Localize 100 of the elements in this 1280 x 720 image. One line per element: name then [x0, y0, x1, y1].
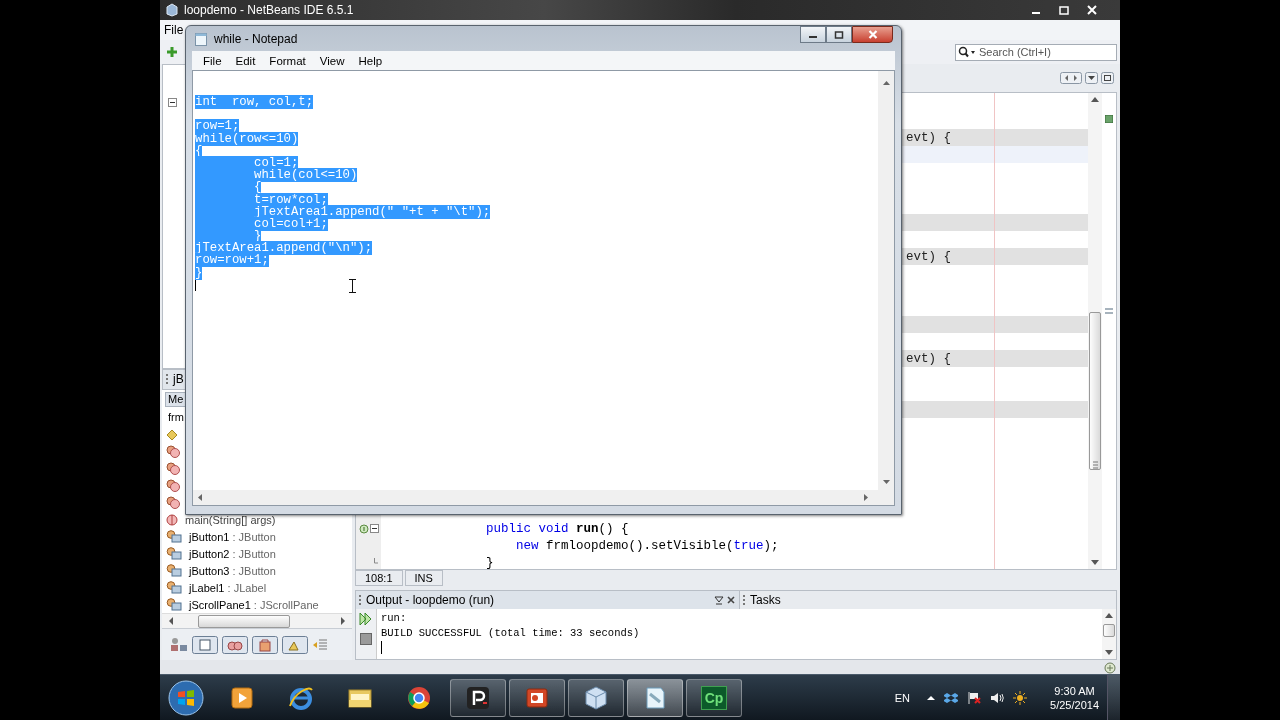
flag-icon[interactable]: [967, 690, 982, 705]
taskbar-button[interactable]: [568, 678, 624, 717]
code-fragment: evt) {: [906, 351, 951, 366]
search-icon: [958, 46, 976, 58]
right-arrow-icon: [864, 494, 868, 501]
fields-toggle-icon[interactable]: [222, 635, 248, 654]
filter-dropdown[interactable]: Me: [165, 391, 187, 407]
scroll-thumb[interactable]: [198, 614, 290, 628]
tree-item[interactable]: jButton3 : JButton: [189, 564, 276, 577]
bean-icon: [166, 479, 180, 493]
menu-item[interactable]: Format: [262, 54, 313, 67]
window-title: loopdemo - NetBeans IDE 6.5.1: [184, 3, 354, 17]
up-arrow-icon[interactable]: [927, 694, 936, 701]
component-icon: [166, 581, 182, 595]
component-icon: [166, 564, 182, 578]
menu-item[interactable]: Help: [351, 54, 390, 67]
grip-icon: [166, 373, 169, 386]
taskbar-button[interactable]: [627, 678, 683, 717]
minimize-button[interactable]: [800, 26, 826, 43]
tree-item[interactable]: jButton1 : JButton: [189, 530, 276, 543]
panel-tab[interactable]: Output - loopdemo (run): [356, 591, 740, 609]
diamond-icon: [166, 428, 178, 441]
up-arrow-icon: [882, 81, 890, 85]
output-line: run:: [381, 611, 408, 626]
language-indicator[interactable]: EN: [894, 691, 911, 704]
collapse-icon[interactable]: [168, 98, 177, 107]
insert-mode: INS: [404, 570, 443, 586]
add-icon[interactable]: [166, 46, 178, 58]
left-arrow-icon: [168, 617, 174, 626]
bean-icon: [166, 462, 180, 476]
menu-item[interactable]: Edit: [228, 54, 263, 67]
up-arrow-icon: [1105, 612, 1113, 618]
hierarchy-icon[interactable]: [170, 636, 188, 653]
grip-icon: [743, 594, 746, 606]
menu-item[interactable]: View: [312, 54, 352, 67]
code-line: public void run() {: [486, 521, 629, 536]
component-icon: [166, 598, 182, 612]
maximize-icon[interactable]: [1058, 4, 1070, 16]
cursor-position: 108:1: [355, 570, 403, 586]
up-arrow-icon: [1091, 96, 1099, 102]
search-field[interactable]: Search (Ctrl+I): [955, 43, 1117, 61]
app-logo: Cp: [701, 685, 727, 710]
search-input[interactable]: Search (Ctrl+I): [979, 46, 1109, 58]
method-icon: [166, 513, 178, 526]
code-line: new frmloopdemo().setVisible(true);: [516, 538, 779, 553]
tree-item[interactable]: main(String[] args): [185, 513, 276, 526]
component-icon: [166, 530, 182, 544]
text-cursor-icon: [349, 279, 356, 293]
maximize-icon: [834, 30, 844, 39]
app-icon: [166, 3, 178, 17]
lock-toggle-icon[interactable]: [252, 635, 278, 654]
grip-icon: [359, 594, 362, 606]
close-button[interactable]: [852, 26, 893, 43]
windows-logo-icon: [168, 679, 204, 716]
clock[interactable]: 9:30 AM 5/25/2014: [1050, 683, 1099, 712]
scroll-thumb[interactable]: [1103, 624, 1115, 637]
taskbar-button[interactable]: [450, 678, 506, 717]
panel-title: jB: [173, 372, 184, 387]
minimize-icon[interactable]: [714, 595, 724, 605]
tree-item[interactable]: jScrollPane1 : JScrollPane: [189, 598, 319, 611]
dropdown-icon[interactable]: [1085, 72, 1098, 84]
text-caret: [195, 278, 196, 291]
text-caret: [381, 641, 382, 654]
rerun-icon[interactable]: [359, 612, 373, 626]
fold-icon[interactable]: [370, 524, 379, 533]
code-fragment: evt) {: [906, 130, 951, 145]
tree-item[interactable]: jButton2 : JButton: [189, 547, 276, 560]
tree-item[interactable]: frm: [168, 411, 184, 424]
down-arrow-icon: [1105, 650, 1113, 656]
component-icon: [166, 547, 182, 561]
scroll-thumb[interactable]: [1089, 312, 1101, 470]
tree-item[interactable]: jLabel1 : JLabel: [189, 581, 267, 594]
code-fragment: evt) {: [906, 249, 951, 264]
close-icon: [867, 30, 878, 39]
window-title: while - Notepad: [214, 31, 298, 46]
square-toggle-icon[interactable]: [192, 635, 218, 654]
down-arrow-icon: [1091, 560, 1099, 566]
down-arrow-icon: [882, 480, 890, 484]
code-line: }: [486, 555, 494, 569]
menu-item[interactable]: File: [196, 54, 229, 67]
output-line: BUILD SUCCESSFUL (total time: 33 seconds): [381, 626, 641, 641]
notepad-icon: [194, 31, 208, 46]
sun-icon[interactable]: [1013, 690, 1028, 705]
bean-icon: [166, 445, 180, 459]
bean-icon: [166, 496, 180, 510]
taskbar-button[interactable]: [509, 678, 565, 717]
grip-icon: [1092, 461, 1098, 469]
close-icon[interactable]: [727, 596, 735, 604]
right-arrow-icon: [340, 617, 346, 626]
mark-icon: [1105, 307, 1113, 315]
maximize-button[interactable]: [826, 26, 852, 43]
menu-item[interactable]: File: [160, 23, 188, 37]
sort-toggle-icon[interactable]: [282, 635, 308, 654]
scroll-tabs-icon[interactable]: [1060, 72, 1082, 84]
left-arrow-icon: [198, 494, 202, 501]
speaker-icon[interactable]: [990, 691, 1005, 704]
notification-icon[interactable]: [1104, 661, 1116, 674]
taskbar-button[interactable]: Cp: [686, 678, 742, 717]
maximize-icon[interactable]: [1101, 72, 1114, 84]
box-icon[interactable]: [944, 691, 959, 704]
